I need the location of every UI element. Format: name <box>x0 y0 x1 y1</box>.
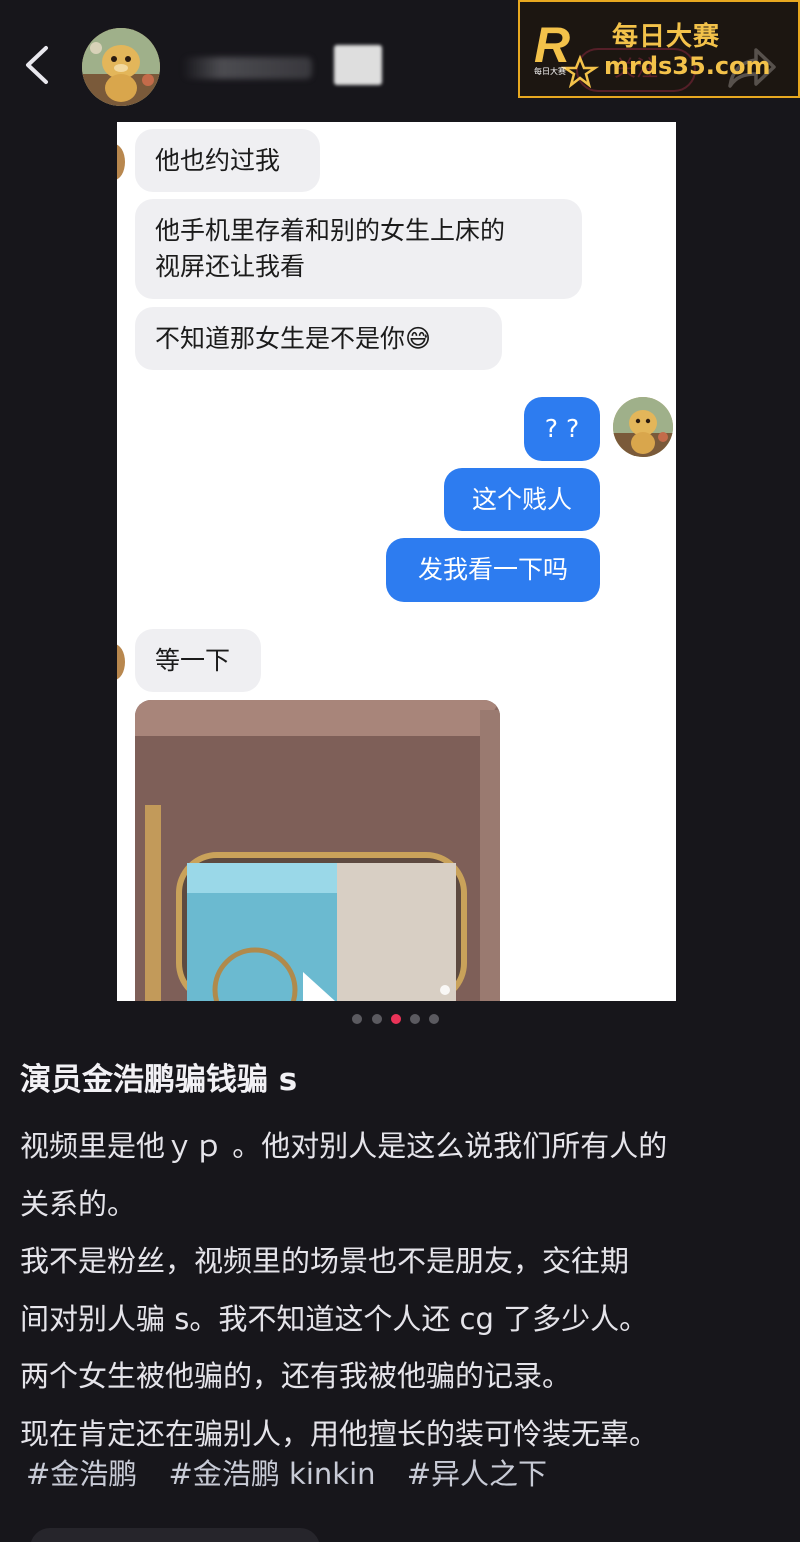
chat-bubble-in: 等一下 <box>135 629 261 692</box>
author-name-redacted[interactable] <box>182 45 382 85</box>
carousel-dot[interactable] <box>372 1014 382 1024</box>
hashtag-link[interactable]: #金浩鹏 <box>26 1457 137 1491</box>
back-button[interactable] <box>20 40 56 90</box>
chat-bubble-in: 他也约过我 <box>135 129 320 192</box>
chevron-left-icon <box>26 46 48 84</box>
watermark-logo-caption: 每日大赛 <box>534 67 566 76</box>
post-title: 演员金浩鹏骗钱骗 s <box>20 1062 298 1098</box>
chat-bubble-in: 不知道那女生是不是你😅 <box>135 307 502 370</box>
author-avatar[interactable] <box>82 28 160 106</box>
post-body-line: 两个女生被他骗的，还有我被他骗的记录。 <box>20 1359 572 1393</box>
carousel-dot[interactable] <box>352 1014 362 1024</box>
watermark-title: 每日大赛 <box>612 22 721 52</box>
chat-bubble-line: 他手机里存着和别的女生上床的 <box>155 216 506 245</box>
hashtag-link[interactable]: #金浩鹏 kinkin <box>169 1457 376 1491</box>
chat-bubble-line: 视屏还让我看 <box>155 252 306 281</box>
my-avatar <box>613 397 673 457</box>
avatar-image <box>613 397 673 457</box>
svg-text:R: R <box>534 17 570 73</box>
site-watermark: R 每日大赛 每日大赛 mrds35.com <box>518 0 800 98</box>
carousel-dot-active[interactable] <box>391 1014 401 1024</box>
video-preview-image <box>135 700 500 1001</box>
sender-avatar <box>117 144 125 180</box>
post-body-line: 间对别人骗 s。我不知道这个人还 cg 了多少人。 <box>20 1301 649 1336</box>
carousel-indicator <box>350 1014 440 1026</box>
chat-bubble-out: 发我看一下吗 <box>386 538 600 602</box>
redaction-block <box>334 45 382 85</box>
chat-bubble-out: ? ? <box>524 397 600 461</box>
post-body-line: 我不是粉丝，视频里的场景也不是朋友，交往期 <box>20 1244 630 1278</box>
redaction-blur <box>182 57 312 79</box>
avatar-image <box>82 28 160 106</box>
watermark-url: mrds35.com <box>604 52 771 80</box>
hashtag-link[interactable]: #异人之下 <box>407 1457 547 1491</box>
sender-avatar <box>117 644 125 680</box>
carousel-dot[interactable] <box>429 1014 439 1024</box>
chat-bubble-in: 他手机里存着和别的女生上床的 视屏还让我看 <box>135 199 582 299</box>
chat-bubble-out: 这个贱人 <box>444 468 600 531</box>
post-body: 视频里是他ｙｐ 。他对别人是这么说我们所有人的 关系的。 我不是粉丝，视频里的场… <box>20 1118 790 1463</box>
post-tags: #金浩鹏 #金浩鹏 kinkin #异人之下 <box>26 1452 569 1496</box>
post-body-line: 视频里是他ｙｐ 。他对别人是这么说我们所有人的 <box>20 1129 668 1163</box>
video-thumbnail[interactable] <box>135 700 500 1001</box>
bottom-bar-edge <box>30 1528 320 1542</box>
carousel-dot[interactable] <box>410 1014 420 1024</box>
chat-screenshot[interactable]: 他也约过我 他手机里存着和别的女生上床的 视屏还让我看 不知道那女生是不是你😅 … <box>117 122 676 1001</box>
post-body-line: 关系的。 <box>20 1186 137 1221</box>
